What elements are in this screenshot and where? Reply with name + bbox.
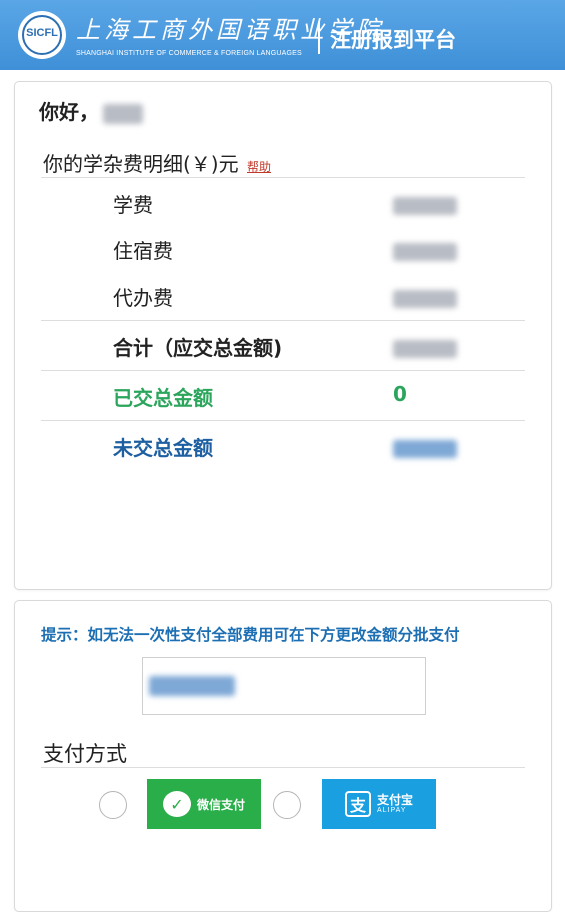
fee-item-value-tuition (393, 192, 457, 216)
student-name-redacted (103, 103, 143, 124)
unpaid-label: 未交总金额 (113, 436, 213, 460)
fee-title-text: 你的学杂费明细(￥)元 (43, 152, 239, 176)
header-divider (318, 22, 320, 54)
greeting-text: 你好， (39, 100, 99, 124)
wechat-radio[interactable] (99, 791, 127, 819)
fee-item-value-agency (393, 285, 457, 309)
fee-item-label-agency: 代办费 (113, 286, 173, 310)
payment-method-title: 支付方式 (43, 742, 127, 766)
divider (41, 767, 525, 768)
wechat-icon: ✓ (162, 791, 191, 817)
alipay-button[interactable]: 支 支付宝 ALIPAY (322, 779, 436, 829)
total-value (393, 335, 457, 359)
school-name-en: SHANGHAI INSTITUTE OF COMMERCE & FOREIGN… (76, 50, 302, 57)
fee-summary-card: 你好， 你的学杂费明细(￥)元 帮助 学费 住宿费 代办费 合计（应交总金额) … (14, 81, 552, 590)
fee-item-label-tuition: 学费 (113, 193, 153, 217)
alipay-label: 支付宝 (376, 793, 413, 808)
wechat-pay-label: 微信支付 (196, 797, 245, 812)
amount-input[interactable] (142, 657, 426, 715)
header-bar: SICFL 上海工商外国语职业学院 SHANGHAI INSTITUTE OF … (0, 0, 565, 70)
total-label: 合计（应交总金额) (113, 336, 283, 360)
amount-value-redacted (149, 676, 235, 696)
platform-title: 注册报到平台 (330, 28, 456, 52)
fee-item-value-housing (393, 238, 457, 262)
divider (41, 177, 525, 178)
divider (41, 320, 525, 321)
divider (41, 370, 525, 371)
logo-text: SICFL (26, 27, 58, 39)
paid-value: 0 (393, 382, 407, 406)
fee-item-label-housing: 住宿费 (113, 239, 173, 263)
alipay-radio[interactable] (273, 791, 301, 819)
alipay-icon: 支 (344, 791, 371, 817)
alipay-sub-label: ALIPAY (376, 806, 407, 814)
greeting: 你好， (39, 96, 143, 125)
payment-tip: 提示：如无法一次性支付全部费用可在下方更改金额分批支付 (41, 626, 460, 644)
payment-card: 提示：如无法一次性支付全部费用可在下方更改金额分批支付 支付方式 ✓ 微信支付 … (14, 600, 552, 912)
wechat-pay-button[interactable]: ✓ 微信支付 (147, 779, 261, 829)
fee-detail-title: 你的学杂费明细(￥)元 帮助 (43, 148, 271, 177)
divider (41, 420, 525, 421)
help-link[interactable]: 帮助 (247, 160, 271, 174)
unpaid-value (393, 435, 457, 459)
paid-label: 已交总金额 (113, 386, 213, 410)
school-logo: SICFL (18, 11, 66, 59)
